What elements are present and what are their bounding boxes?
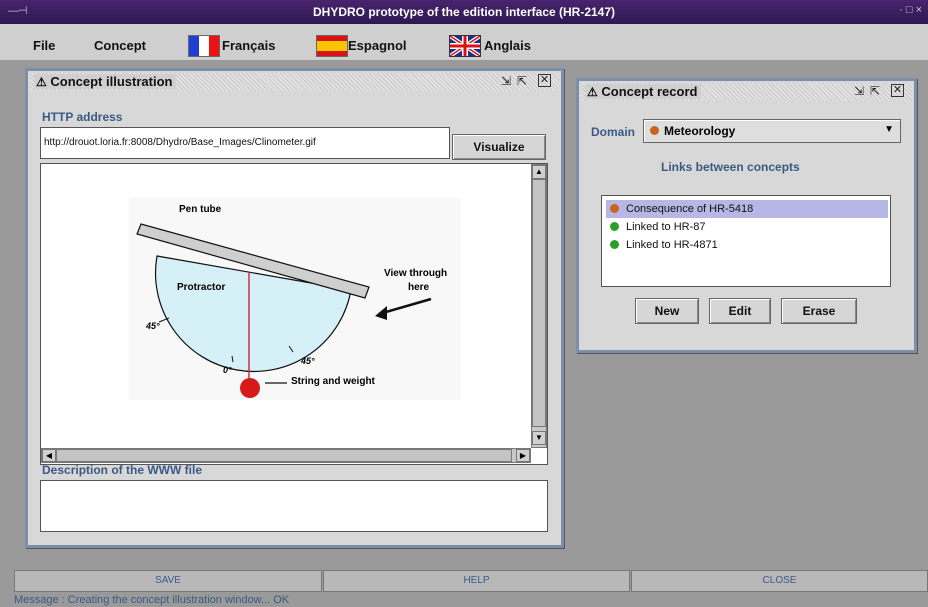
list-item-label: Linked to HR-4871 xyxy=(626,239,718,251)
http-address-label: HTTP address xyxy=(42,110,123,124)
window-title: DHYDRO prototype of the edition interfac… xyxy=(312,5,616,19)
description-label: Description of the WWW file xyxy=(42,463,202,477)
list-item-label: Consequence of HR-5418 xyxy=(626,203,754,215)
menu-anglais[interactable]: Anglais xyxy=(484,38,531,53)
domain-select[interactable]: Meteorology ▼ xyxy=(643,119,901,143)
deg0-label: 0° xyxy=(223,365,232,375)
status-message: Message : Creating the concept illustrat… xyxy=(14,594,290,606)
help-button[interactable]: HELP xyxy=(323,570,630,592)
image-viewport: Pen tube Protractor View through here 45… xyxy=(40,163,548,465)
deg45-right-label: 45° xyxy=(301,356,315,366)
close-icon[interactable]: ✕ xyxy=(538,74,551,87)
list-item[interactable]: Consequence of HR-5418 xyxy=(606,200,888,218)
chevron-down-icon[interactable]: ▼ xyxy=(884,124,894,135)
maximize-icon[interactable]: ⇱ xyxy=(517,74,527,88)
menu-bar: File Concept Français Espagnol Anglais xyxy=(0,24,928,60)
scroll-up-arrow-icon[interactable]: ▲ xyxy=(532,165,546,179)
scroll-right-arrow-icon[interactable]: ▶ xyxy=(516,449,530,462)
vertical-scroll-thumb[interactable] xyxy=(532,179,546,427)
domain-value: Meteorology xyxy=(664,124,736,138)
concept-record-title-bar[interactable]: ⚠ Concept record ⇲ ⇱ ✕ xyxy=(581,83,912,101)
app-title-bar: —⊣ DHYDRO prototype of the edition inter… xyxy=(0,0,928,24)
save-button[interactable]: SAVE xyxy=(14,570,322,592)
close-button[interactable]: CLOSE xyxy=(631,570,928,592)
concept-illustration-title-bar[interactable]: ⚠ Concept illustration ⇲ ⇱ ✕ xyxy=(30,73,559,91)
url-field[interactable]: http://drouot.loria.fr:8008/Dhydro/Base_… xyxy=(40,127,450,159)
new-button[interactable]: New xyxy=(635,298,699,324)
concept-illustration-window: ⚠ Concept illustration ⇲ ⇱ ✕ HTTP addres… xyxy=(25,68,564,548)
warning-icon: ⚠ xyxy=(36,75,47,89)
domain-label: Domain xyxy=(591,125,636,139)
bottom-button-bar: SAVE HELP CLOSE xyxy=(0,570,928,592)
deg45-left-label: 45° xyxy=(146,321,160,331)
concept-illustration-title: ⚠ Concept illustration xyxy=(34,74,177,89)
url-value: http://drouot.loria.fr:8008/Dhydro/Base_… xyxy=(44,137,316,148)
minimize-icon[interactable]: ⇲ xyxy=(501,74,511,88)
menu-file[interactable]: File xyxy=(33,38,55,53)
link-status-dot xyxy=(610,204,619,213)
edit-button[interactable]: Edit xyxy=(709,298,771,324)
links-list[interactable]: Consequence of HR-5418 Linked to HR-87 Lin… xyxy=(601,195,891,287)
visualize-button[interactable]: Visualize xyxy=(452,134,546,160)
here-label: here xyxy=(408,282,430,293)
spanish-flag-icon[interactable] xyxy=(316,35,348,57)
string-weight-label: String and weight xyxy=(291,376,375,387)
domain-status-dot xyxy=(650,126,659,135)
links-label: Links between concepts xyxy=(661,160,800,174)
concept-record-window: ⚠ Concept record ⇲ ⇱ ✕ Domain Meteorolog… xyxy=(576,78,917,353)
protractor-label: Protractor xyxy=(177,282,226,293)
erase-button[interactable]: Erase xyxy=(781,298,857,324)
view-through-label: View through xyxy=(384,268,448,279)
menu-francais[interactable]: Français xyxy=(222,38,275,53)
warning-icon: ⚠ xyxy=(587,85,598,99)
menu-espagnol[interactable]: Espagnol xyxy=(348,38,407,53)
scroll-down-arrow-icon[interactable]: ▼ xyxy=(532,431,546,445)
vertical-scrollbar[interactable]: ▲ ▼ xyxy=(531,164,547,448)
french-flag-icon[interactable] xyxy=(188,35,220,57)
horizontal-scroll-thumb[interactable] xyxy=(56,449,512,462)
clinometer-image xyxy=(129,198,461,400)
link-status-dot xyxy=(610,222,619,231)
list-item[interactable]: Linked to HR-87 xyxy=(606,218,888,236)
pen-tube-label: Pen tube xyxy=(179,204,222,215)
minimize-icon[interactable]: ⇲ xyxy=(854,84,864,98)
scroll-left-arrow-icon[interactable]: ◀ xyxy=(42,449,56,462)
link-status-dot xyxy=(610,240,619,249)
close-icon[interactable]: ✕ xyxy=(891,84,904,97)
horizontal-scrollbar[interactable]: ◀ ▶ xyxy=(41,448,531,463)
british-flag-icon[interactable] xyxy=(449,35,481,57)
maximize-icon[interactable]: ⇱ xyxy=(870,84,880,98)
concept-record-title: ⚠ Concept record xyxy=(585,84,702,99)
list-item-label: Linked to HR-87 xyxy=(626,221,706,233)
menu-concept[interactable]: Concept xyxy=(94,38,146,53)
window-controls[interactable]: · □ × xyxy=(899,4,922,16)
description-textarea[interactable] xyxy=(40,480,548,532)
list-item[interactable]: Linked to HR-4871 xyxy=(606,236,888,254)
